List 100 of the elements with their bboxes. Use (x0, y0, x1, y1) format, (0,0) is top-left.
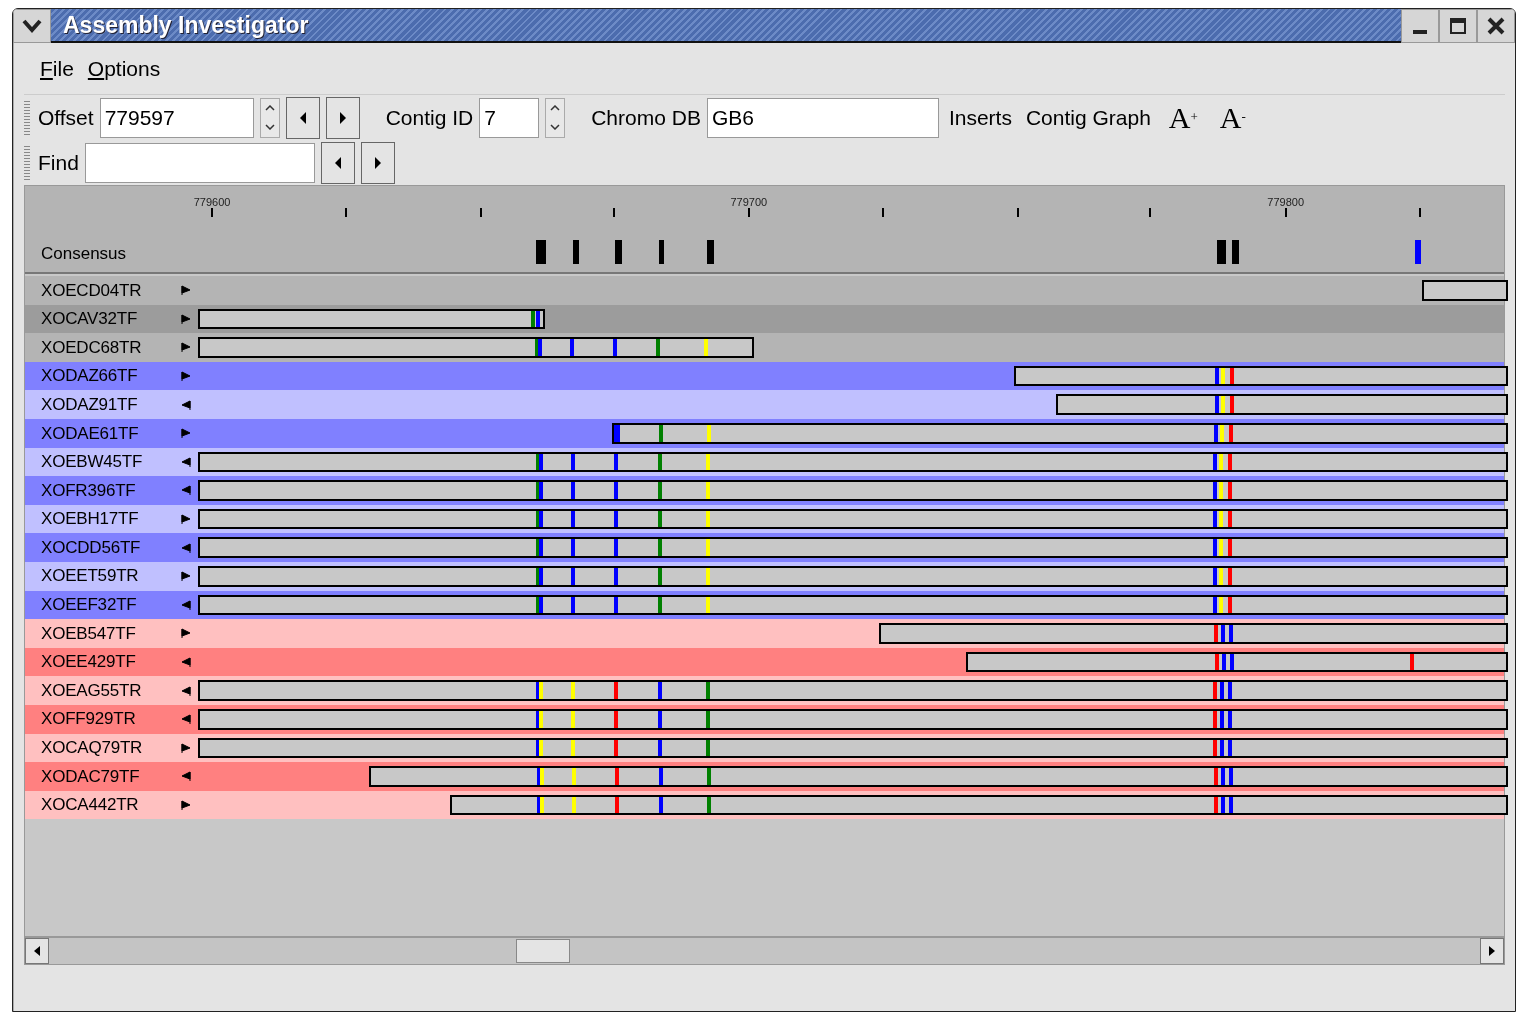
variant-mark (571, 596, 576, 614)
next-button[interactable] (360, 141, 395, 184)
left-arrow-icon (33, 946, 41, 956)
ruler-tick (345, 208, 348, 217)
toolbar-button[interactable]: Inserts (944, 101, 1016, 134)
horizontal-scrollbar[interactable] (24, 937, 1505, 965)
maximize-button[interactable] (1439, 9, 1477, 43)
read-name: XOFF929TR (41, 708, 137, 731)
read-name: XOEE429TF (41, 651, 137, 674)
variant-mark (1228, 596, 1233, 614)
variant-mark (706, 796, 711, 814)
variant-mark (1220, 682, 1225, 699)
variant-mark (614, 567, 619, 585)
left-arrow-icon (333, 156, 342, 169)
variant-mark (656, 339, 661, 356)
read-name: XODAE61TF (41, 422, 140, 445)
variant-mark (659, 424, 664, 442)
variant-mark (569, 339, 574, 356)
window-menu-button[interactable] (13, 9, 51, 43)
variant-mark (614, 539, 619, 556)
variant-mark (1220, 739, 1225, 757)
minimize-button[interactable] (1401, 9, 1439, 43)
variant-mark (1229, 625, 1234, 642)
up-caret-icon (264, 105, 275, 111)
variant-mark (1228, 739, 1233, 757)
next-button[interactable] (325, 96, 360, 139)
spinner[interactable] (545, 97, 566, 138)
consensus-mark (535, 240, 546, 264)
read-name: XOCAQ79TR (41, 737, 144, 760)
variant-mark (1228, 510, 1233, 528)
increase-font-button[interactable]: A$^{+}$ (1160, 102, 1206, 133)
variant-mark (706, 682, 711, 699)
scroll-right-button[interactable] (1480, 938, 1504, 964)
ruler-label: 779700 (730, 195, 768, 210)
variant-mark (706, 596, 711, 614)
consensus-mark (572, 240, 579, 264)
variant-mark (658, 482, 663, 499)
read-name: XOEET59TR (41, 565, 140, 588)
spinner[interactable] (259, 97, 280, 138)
variant-mark (1228, 539, 1233, 556)
variant-mark (571, 710, 576, 728)
variant-mark (615, 796, 619, 814)
consensus-label: Consensus (41, 243, 127, 266)
consensus-mark (1414, 240, 1421, 264)
read-row[interactable]: XOCAV32TF (25, 304, 1504, 334)
variant-mark (706, 710, 711, 728)
window-title: Assembly Investigator (63, 10, 309, 40)
consensus-mark (706, 240, 714, 264)
scroll-thumb[interactable] (516, 939, 570, 963)
read-name: XOEBW45TF (41, 451, 144, 474)
variant-mark (572, 796, 577, 814)
previous-button[interactable] (320, 141, 355, 184)
variant-mark (706, 482, 711, 499)
find-field[interactable] (84, 142, 315, 183)
read-name: XOECD04TR (41, 279, 143, 302)
variant-mark (1230, 396, 1235, 413)
scroll-left-button[interactable] (25, 938, 49, 964)
variant-mark (1228, 482, 1233, 499)
variant-mark (614, 453, 619, 471)
chromo-db-field[interactable]: GB6 (706, 97, 939, 138)
variant-mark (658, 596, 663, 614)
offset-field[interactable]: 779597 (99, 97, 254, 138)
consensus-mark (614, 240, 622, 264)
variant-mark (1228, 453, 1233, 471)
variant-mark (1220, 710, 1225, 728)
consensus-mark (658, 240, 664, 264)
close-button[interactable] (1477, 9, 1515, 43)
down-caret-icon (550, 124, 561, 130)
down-caret-icon (264, 124, 275, 130)
ruler-tick (1284, 208, 1287, 217)
variant-mark (706, 510, 711, 528)
variant-mark (1228, 710, 1233, 728)
contig-id-field[interactable]: 7 (479, 97, 540, 138)
variant-mark (571, 682, 576, 699)
menu-item[interactable]: Options (87, 52, 161, 85)
read-name: XOCAV32TF (41, 308, 139, 331)
variant-mark (1213, 710, 1218, 728)
variant-mark (612, 339, 617, 356)
close-icon (1487, 17, 1505, 35)
variant-mark (707, 424, 712, 442)
ruler-label: 779600 (193, 195, 231, 210)
offset-label: Offset (38, 104, 94, 131)
variant-mark (658, 796, 663, 814)
read-name: XOEEF32TF (41, 594, 138, 617)
variant-mark (706, 453, 711, 471)
variant-mark (706, 739, 711, 757)
menu-item[interactable]: File (40, 52, 74, 85)
previous-button[interactable] (285, 96, 320, 139)
variant-mark (1213, 796, 1218, 814)
ruler-label: 779800 (1267, 195, 1304, 210)
decrease-font-button[interactable]: A$^{-}$ (1211, 102, 1254, 133)
variant-mark (614, 682, 619, 699)
variant-mark (706, 539, 711, 556)
read-row[interactable]: XOEDC68TR (25, 333, 1504, 362)
variant-mark (571, 453, 576, 471)
read-name: XOEBH17TF (41, 508, 140, 531)
ruler-tick (480, 208, 483, 217)
ruler-tick (1418, 208, 1421, 217)
toolbar-button[interactable]: Contig Graph (1021, 101, 1155, 134)
ruler-tick (1017, 208, 1020, 217)
